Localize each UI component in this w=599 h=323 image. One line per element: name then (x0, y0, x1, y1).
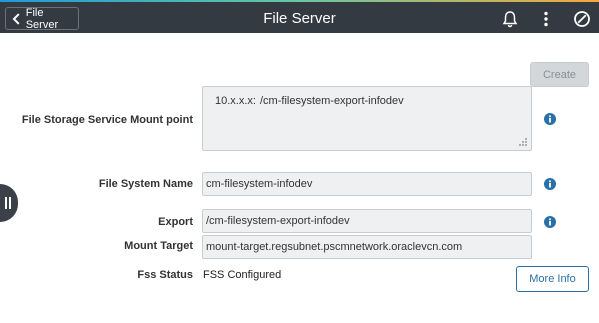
mount-point-path: /cm-filesystem-export-infodev (260, 95, 404, 107)
info-icon[interactable] (544, 113, 556, 125)
file-system-name-label: File System Name (98, 178, 193, 190)
pause-bar-icon (5, 197, 7, 209)
mount-target-label: Mount Target (124, 240, 193, 252)
pause-bar-icon (9, 197, 11, 209)
export-label: Export (158, 216, 193, 228)
info-icon[interactable] (544, 178, 556, 190)
mount-target-field[interactable]: mount-target.regsubnet.pscmnetwork.oracl… (202, 235, 532, 259)
app-header: File Server File Server (0, 2, 599, 33)
more-vertical-icon[interactable] (537, 10, 555, 28)
more-info-button[interactable]: More Info (516, 266, 589, 292)
fss-status-label: Fss Status (137, 269, 193, 281)
slash-circle-icon[interactable] (573, 10, 591, 28)
fss-status-value: FSS Configured (203, 269, 282, 281)
info-icon[interactable] (544, 216, 556, 228)
file-system-name-field[interactable]: cm-filesystem-infodev (202, 172, 532, 196)
mount-point-label: File Storage Service Mount point (21, 114, 193, 126)
create-button[interactable]: Create (530, 62, 589, 87)
export-field[interactable]: /cm-filesystem-export-infodev (202, 209, 532, 233)
mount-point-ip: 10.x.x.x: (215, 95, 256, 107)
resize-handle-icon[interactable] (518, 137, 528, 147)
mount-point-textarea[interactable]: 10.x.x.x: /cm-filesystem-export-infodev (202, 86, 532, 151)
bell-icon[interactable] (501, 10, 519, 28)
